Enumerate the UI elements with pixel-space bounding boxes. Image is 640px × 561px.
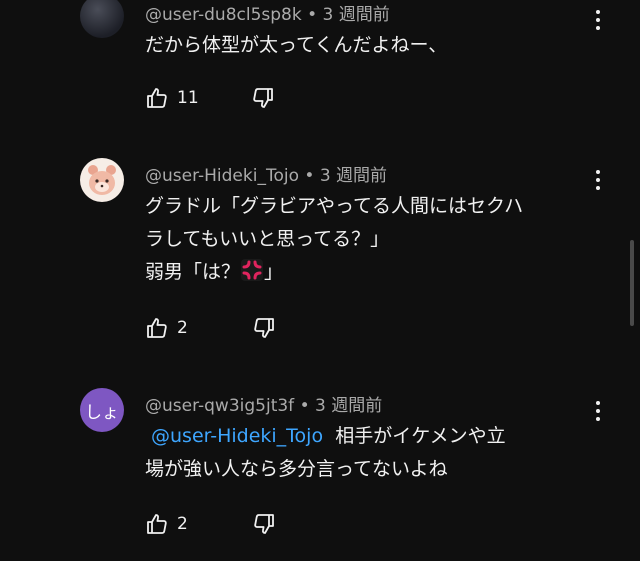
dislike-button[interactable] <box>252 512 276 536</box>
dislike-button[interactable] <box>251 86 275 110</box>
meta-separator: • <box>294 396 316 416</box>
thumbs-down-icon <box>252 88 273 108</box>
mention-link[interactable]: @user-Hideki_Tojo <box>151 425 323 447</box>
like-count: 2 <box>177 318 188 338</box>
comment-time[interactable]: 3 週間前 <box>320 166 387 186</box>
comment-text: グラドル「グラビアやってる人間にはセクハ ラしてもいいと思ってる？」 弱男「は？… <box>145 190 605 289</box>
bear-avatar-icon <box>88 165 116 195</box>
comment-line-with-mention: @user-Hideki_Tojo 相手がイケメンや立 <box>145 420 605 453</box>
anger-symbol-icon <box>241 259 264 281</box>
comment-time[interactable]: 3 週間前 <box>315 396 382 416</box>
like-button[interactable]: 11 <box>145 86 199 110</box>
comment-line: 弱男「は？ <box>145 261 241 283</box>
comment-line: グラドル「グラビアやってる人間にはセクハ <box>145 195 524 217</box>
comment-text: @user-Hideki_Tojo 相手がイケメンや立 場が強い人なら多分言って… <box>145 420 605 486</box>
avatar[interactable]: しょ <box>80 388 124 432</box>
more-vert-icon[interactable] <box>588 399 608 423</box>
comment-author[interactable]: @user-qw3ig5jt3f <box>145 396 294 416</box>
scrollbar[interactable] <box>630 240 634 326</box>
dislike-button[interactable] <box>252 316 276 340</box>
comment-time[interactable]: 3 週間前 <box>323 5 390 25</box>
meta-separator: • <box>298 166 320 186</box>
more-vert-icon[interactable] <box>588 8 608 32</box>
comment-actions: 2 <box>145 512 276 536</box>
comment-line: だから体型が太ってくんだよねー、 <box>145 34 448 56</box>
comment-meta: @user-Hideki_Tojo • 3 週間前 <box>145 161 387 186</box>
avatar-initials: しょ <box>85 402 119 423</box>
comment-line: ラしてもいいと思ってる？」 <box>145 228 390 250</box>
thumbs-down-icon <box>254 514 274 534</box>
comment-text: だから体型が太ってくんだよねー、 <box>145 29 605 62</box>
like-count: 2 <box>177 514 188 534</box>
avatar[interactable] <box>80 0 124 38</box>
comment-meta: @user-qw3ig5jt3f • 3 週間前 <box>145 391 382 416</box>
like-button[interactable]: 2 <box>145 512 188 536</box>
comment-line: 相手がイケメンや立 <box>335 425 506 447</box>
comment-actions: 2 <box>145 316 276 340</box>
comment-line-with-emoji: 弱男「は？ 」 <box>145 256 605 289</box>
comment-line: 場が強い人なら多分言ってないよね <box>145 458 448 480</box>
more-vert-icon[interactable] <box>588 168 608 192</box>
comment-line: 」 <box>264 261 284 283</box>
thumbs-up-icon <box>147 514 167 534</box>
like-count: 11 <box>177 88 199 108</box>
thumbs-up-icon <box>147 88 167 108</box>
comment-actions: 11 <box>145 86 275 110</box>
like-button[interactable]: 2 <box>145 316 188 340</box>
thumbs-down-icon <box>254 318 274 338</box>
avatar[interactable] <box>80 158 124 202</box>
comment-meta: @user-du8cl5sp8k • 3 週間前 <box>145 0 390 25</box>
comment-author[interactable]: @user-Hideki_Tojo <box>145 166 299 186</box>
comment-author[interactable]: @user-du8cl5sp8k <box>145 5 302 25</box>
thumbs-up-icon <box>147 318 167 338</box>
meta-separator: • <box>301 5 323 25</box>
